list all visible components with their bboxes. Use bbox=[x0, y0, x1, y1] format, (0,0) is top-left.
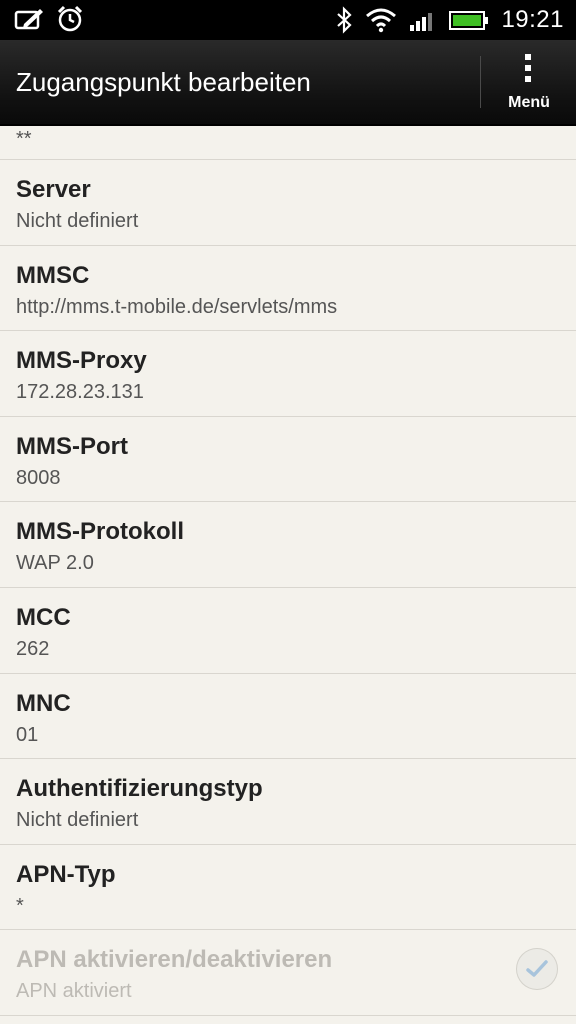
list-item-mms-protocol[interactable]: MMS-Protokoll WAP 2.0 bbox=[0, 502, 576, 588]
wifi-icon bbox=[366, 8, 397, 33]
list-item-value: * bbox=[16, 894, 24, 917]
list-item-label: MCC bbox=[16, 603, 71, 631]
list-item-apn-type[interactable]: APN-Typ * bbox=[0, 845, 576, 931]
edit-note-icon bbox=[14, 9, 43, 30]
list-item-label: Server bbox=[16, 176, 91, 203]
list-item-label: APN-Typ bbox=[16, 860, 116, 888]
menu-label: Menü bbox=[508, 94, 550, 111]
list-item-auth-type[interactable]: Authentifizierungstyp Nicht definiert bbox=[0, 759, 576, 845]
page-title: Zugangspunkt bearbeiten bbox=[16, 67, 311, 97]
overflow-menu-icon bbox=[525, 54, 531, 87]
list-item-value: ** bbox=[16, 128, 32, 150]
list-item-server[interactable]: Server Nicht definiert bbox=[0, 160, 576, 246]
settings-list: ** Server Nicht definiert MMSC http://mm… bbox=[0, 126, 576, 1016]
list-item-mmsc[interactable]: MMSC http://mms.t-mobile.de/servlets/mms bbox=[0, 246, 576, 332]
list-item-label: Authentifizierungstyp bbox=[16, 775, 263, 803]
list-item-label: MNC bbox=[16, 689, 71, 717]
alarm-clock-icon bbox=[57, 5, 83, 32]
list-item-value: WAP 2.0 bbox=[16, 552, 94, 575]
list-item-value: Nicht definiert bbox=[16, 210, 139, 232]
list-item-label: APN aktivieren/deaktivieren bbox=[16, 946, 333, 974]
list-item-label: MMSC bbox=[16, 261, 90, 289]
list-item-mms-proxy[interactable]: MMS-Proxy 172.28.23.131 bbox=[0, 331, 576, 417]
menu-divider bbox=[480, 56, 481, 108]
list-item-mnc[interactable]: MNC 01 bbox=[0, 674, 576, 760]
list-item-value: 172.28.23.131 bbox=[16, 381, 144, 404]
list-item-label: MMS-Proxy bbox=[16, 347, 147, 375]
list-item-mms-port[interactable]: MMS-Port 8008 bbox=[0, 417, 576, 503]
action-bar: Zugangspunkt bearbeiten Menü bbox=[0, 40, 576, 126]
apn-enabled-checkbox bbox=[516, 948, 558, 991]
list-item-partial[interactable]: ** bbox=[0, 126, 576, 160]
list-item-label: MMS-Protokoll bbox=[16, 518, 184, 546]
list-item-value: APN aktiviert bbox=[16, 980, 132, 1003]
list-item-value: Nicht definiert bbox=[16, 809, 139, 832]
signal-icon bbox=[410, 13, 433, 31]
list-item-value: http://mms.t-mobile.de/servlets/mms bbox=[16, 295, 338, 318]
list-item-mcc[interactable]: MCC 262 bbox=[0, 588, 576, 674]
list-item-value: 8008 bbox=[16, 466, 61, 489]
list-item-label: MMS-Port bbox=[16, 432, 128, 460]
status-bar: 19:21 bbox=[0, 0, 576, 40]
checkmark-icon bbox=[526, 960, 548, 978]
list-item-apn-toggle: APN aktivieren/deaktivieren APN aktivier… bbox=[0, 930, 576, 1016]
battery-icon bbox=[449, 11, 489, 30]
menu-button[interactable]: Menü bbox=[482, 40, 576, 124]
bluetooth-icon bbox=[337, 6, 353, 34]
list-item-value: 01 bbox=[16, 723, 39, 746]
list-item-value: 262 bbox=[16, 637, 50, 660]
clock: 19:21 bbox=[501, 6, 564, 33]
